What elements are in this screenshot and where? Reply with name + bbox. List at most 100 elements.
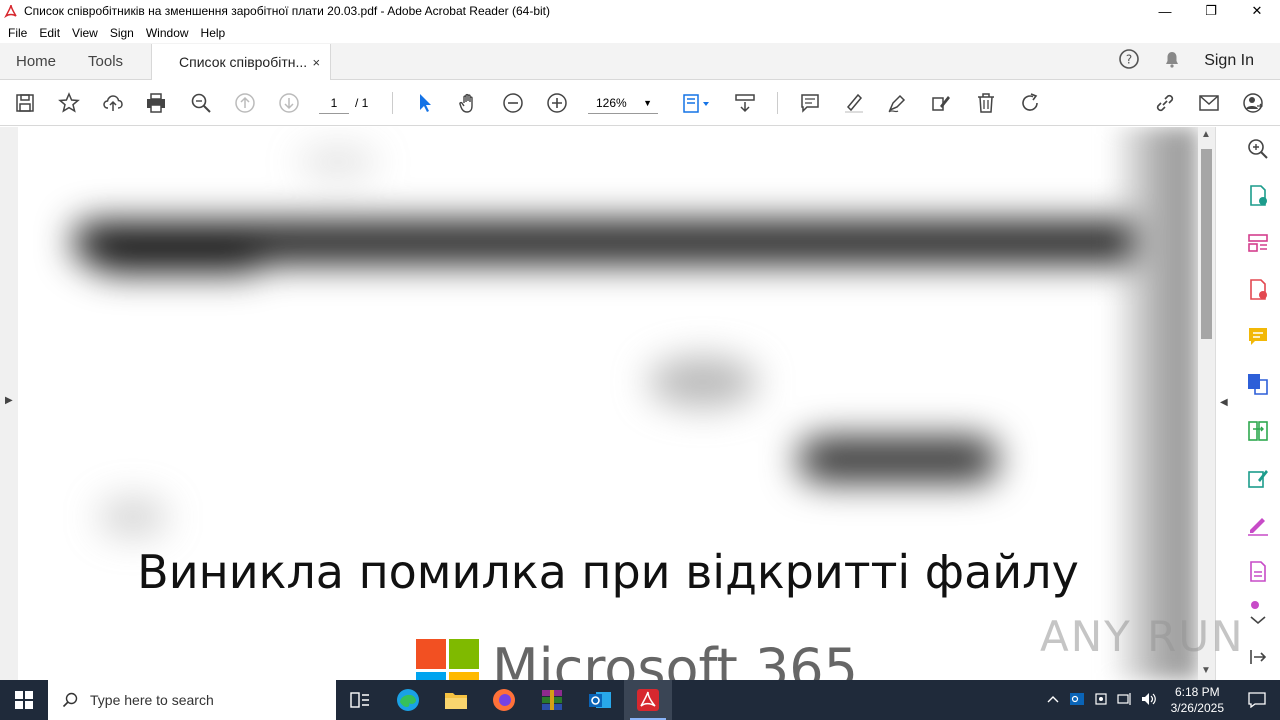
- device-tray-icon[interactable]: [1089, 692, 1113, 709]
- anyrun-watermark: ANY RUN: [1040, 612, 1245, 661]
- close-window-button[interactable]: ✕: [1234, 0, 1280, 22]
- rotate-icon[interactable]: [1017, 90, 1043, 116]
- edge-browser-icon[interactable]: [384, 680, 432, 720]
- convert-pdf-icon[interactable]: [1246, 372, 1270, 396]
- next-page-icon[interactable]: [276, 90, 302, 116]
- edit-pdf-icon[interactable]: [1246, 466, 1270, 490]
- file-explorer-icon[interactable]: [432, 680, 480, 720]
- hand-tool-icon[interactable]: [456, 90, 482, 116]
- notification-center-icon[interactable]: [1234, 680, 1280, 720]
- delete-trash-icon[interactable]: [973, 90, 999, 116]
- windows-logo-icon: [15, 691, 33, 709]
- title-bar: Список співробітників на зменшення зароб…: [0, 0, 1280, 22]
- acrobat-taskbar-icon[interactable]: [624, 680, 672, 720]
- outlook-tray-icon[interactable]: [1065, 692, 1089, 709]
- edit-text-icon[interactable]: [928, 90, 954, 116]
- restore-button[interactable]: ❐: [1188, 0, 1234, 22]
- document-tool-icon[interactable]: [1246, 560, 1270, 584]
- organize-pages-icon[interactable]: [1246, 231, 1270, 255]
- create-pdf-icon[interactable]: [1246, 278, 1270, 302]
- upload-cloud-icon[interactable]: [100, 90, 126, 116]
- page-total: / 1: [355, 96, 369, 110]
- tab-tools[interactable]: Tools: [72, 43, 139, 79]
- window-title: Список співробітників на зменшення зароб…: [24, 4, 550, 18]
- share-user-icon[interactable]: [1240, 90, 1266, 116]
- close-tab-icon[interactable]: ×: [312, 55, 320, 70]
- scroll-mode-icon[interactable]: [732, 90, 758, 116]
- minimize-button[interactable]: —: [1142, 0, 1188, 22]
- zoom-out-icon[interactable]: [500, 90, 526, 116]
- main-toolbar: 1 / 1 126% ▼: [0, 80, 1280, 126]
- expand-panel-icon[interactable]: [1246, 645, 1270, 669]
- taskbar-search-box[interactable]: Type here to search: [48, 680, 336, 720]
- highlight-pen-icon[interactable]: [841, 90, 867, 116]
- zoom-search-icon[interactable]: [1246, 137, 1270, 161]
- show-hidden-icons-icon[interactable]: [1041, 693, 1065, 707]
- help-icon[interactable]: ?: [1118, 48, 1140, 75]
- menu-sign[interactable]: Sign: [104, 26, 140, 40]
- previous-page-icon[interactable]: [232, 90, 258, 116]
- share-link-icon[interactable]: [1152, 90, 1178, 116]
- acrobat-app-icon: [4, 4, 18, 18]
- start-button[interactable]: [0, 680, 48, 720]
- svg-text:?: ?: [1126, 52, 1132, 66]
- menu-edit[interactable]: Edit: [33, 26, 66, 40]
- zoom-in-icon[interactable]: [544, 90, 570, 116]
- firefox-icon[interactable]: [480, 680, 528, 720]
- draw-pen-icon[interactable]: [884, 90, 910, 116]
- outlook-icon[interactable]: [576, 680, 624, 720]
- vertical-scrollbar[interactable]: ▲ ▼: [1198, 127, 1215, 680]
- network-icon[interactable]: [1113, 692, 1137, 709]
- page-number-input[interactable]: 1: [319, 92, 349, 114]
- zoom-value: 126%: [596, 96, 627, 110]
- bookmark-star-icon[interactable]: [56, 90, 82, 116]
- search-zoom-icon[interactable]: [188, 90, 214, 116]
- search-icon: [62, 692, 78, 708]
- menu-window[interactable]: Window: [140, 26, 195, 40]
- error-message: Виникла помилка при відкритті файлу: [137, 545, 1079, 599]
- comment-icon[interactable]: [797, 90, 823, 116]
- clock[interactable]: 6:18 PM 3/26/2025: [1161, 684, 1234, 716]
- toolbar-divider: [392, 92, 393, 114]
- winrar-icon[interactable]: [528, 680, 576, 720]
- notification-bell-icon[interactable]: [1162, 49, 1182, 74]
- scrollbar-thumb[interactable]: [1201, 149, 1212, 339]
- windows-taskbar: Type here to search 6:18 PM 3/26/2025: [0, 680, 1280, 720]
- fill-sign-icon[interactable]: [1246, 513, 1270, 537]
- scroll-down-arrow[interactable]: ▼: [1201, 665, 1211, 676]
- search-placeholder: Type here to search: [90, 692, 214, 708]
- right-tools-panel: ◀: [1215, 127, 1280, 680]
- scroll-up-arrow[interactable]: ▲: [1201, 129, 1211, 140]
- menu-file[interactable]: File: [2, 26, 33, 40]
- tab-document[interactable]: Список співробітн... ×: [151, 44, 332, 80]
- volume-icon[interactable]: [1137, 692, 1161, 709]
- collapse-right-panel-icon[interactable]: ◀: [1220, 397, 1228, 408]
- page-fit-icon[interactable]: [678, 90, 714, 116]
- tab-bar: Home Tools Список співробітн... × ? Sign…: [0, 43, 1280, 80]
- clock-date: 3/26/2025: [1170, 701, 1224, 715]
- left-panel-toggle[interactable]: ▶: [0, 127, 18, 680]
- brand-text: Microsoft 365: [492, 637, 858, 680]
- system-tray: 6:18 PM 3/26/2025: [1041, 680, 1280, 720]
- document-view[interactable]: Виникла помилка при відкритті файлу Micr…: [18, 127, 1198, 680]
- save-icon[interactable]: [12, 90, 38, 116]
- tab-home[interactable]: Home: [0, 43, 72, 79]
- zoom-level-select[interactable]: 126% ▼: [588, 92, 658, 114]
- document-tab-label: Список співробітн...: [179, 54, 307, 70]
- comment-tool-icon[interactable]: [1246, 325, 1270, 349]
- microsoft-logo-icon: [416, 639, 480, 680]
- toolbar-divider: [777, 92, 778, 114]
- select-cursor-icon[interactable]: [412, 90, 438, 116]
- menu-bar: File Edit View Sign Window Help: [0, 22, 1280, 43]
- menu-help[interactable]: Help: [195, 26, 232, 40]
- email-icon[interactable]: [1196, 90, 1222, 116]
- print-icon[interactable]: [143, 90, 169, 116]
- expand-left-panel-icon[interactable]: ▶: [5, 395, 13, 406]
- more-tools-icon[interactable]: [1246, 597, 1270, 627]
- sign-in-button[interactable]: Sign In: [1204, 52, 1254, 70]
- chevron-down-icon: ▼: [643, 98, 652, 108]
- task-view-icon[interactable]: [336, 680, 384, 720]
- menu-view[interactable]: View: [66, 26, 104, 40]
- compare-files-icon[interactable]: [1246, 419, 1270, 443]
- export-pdf-icon[interactable]: [1246, 184, 1270, 208]
